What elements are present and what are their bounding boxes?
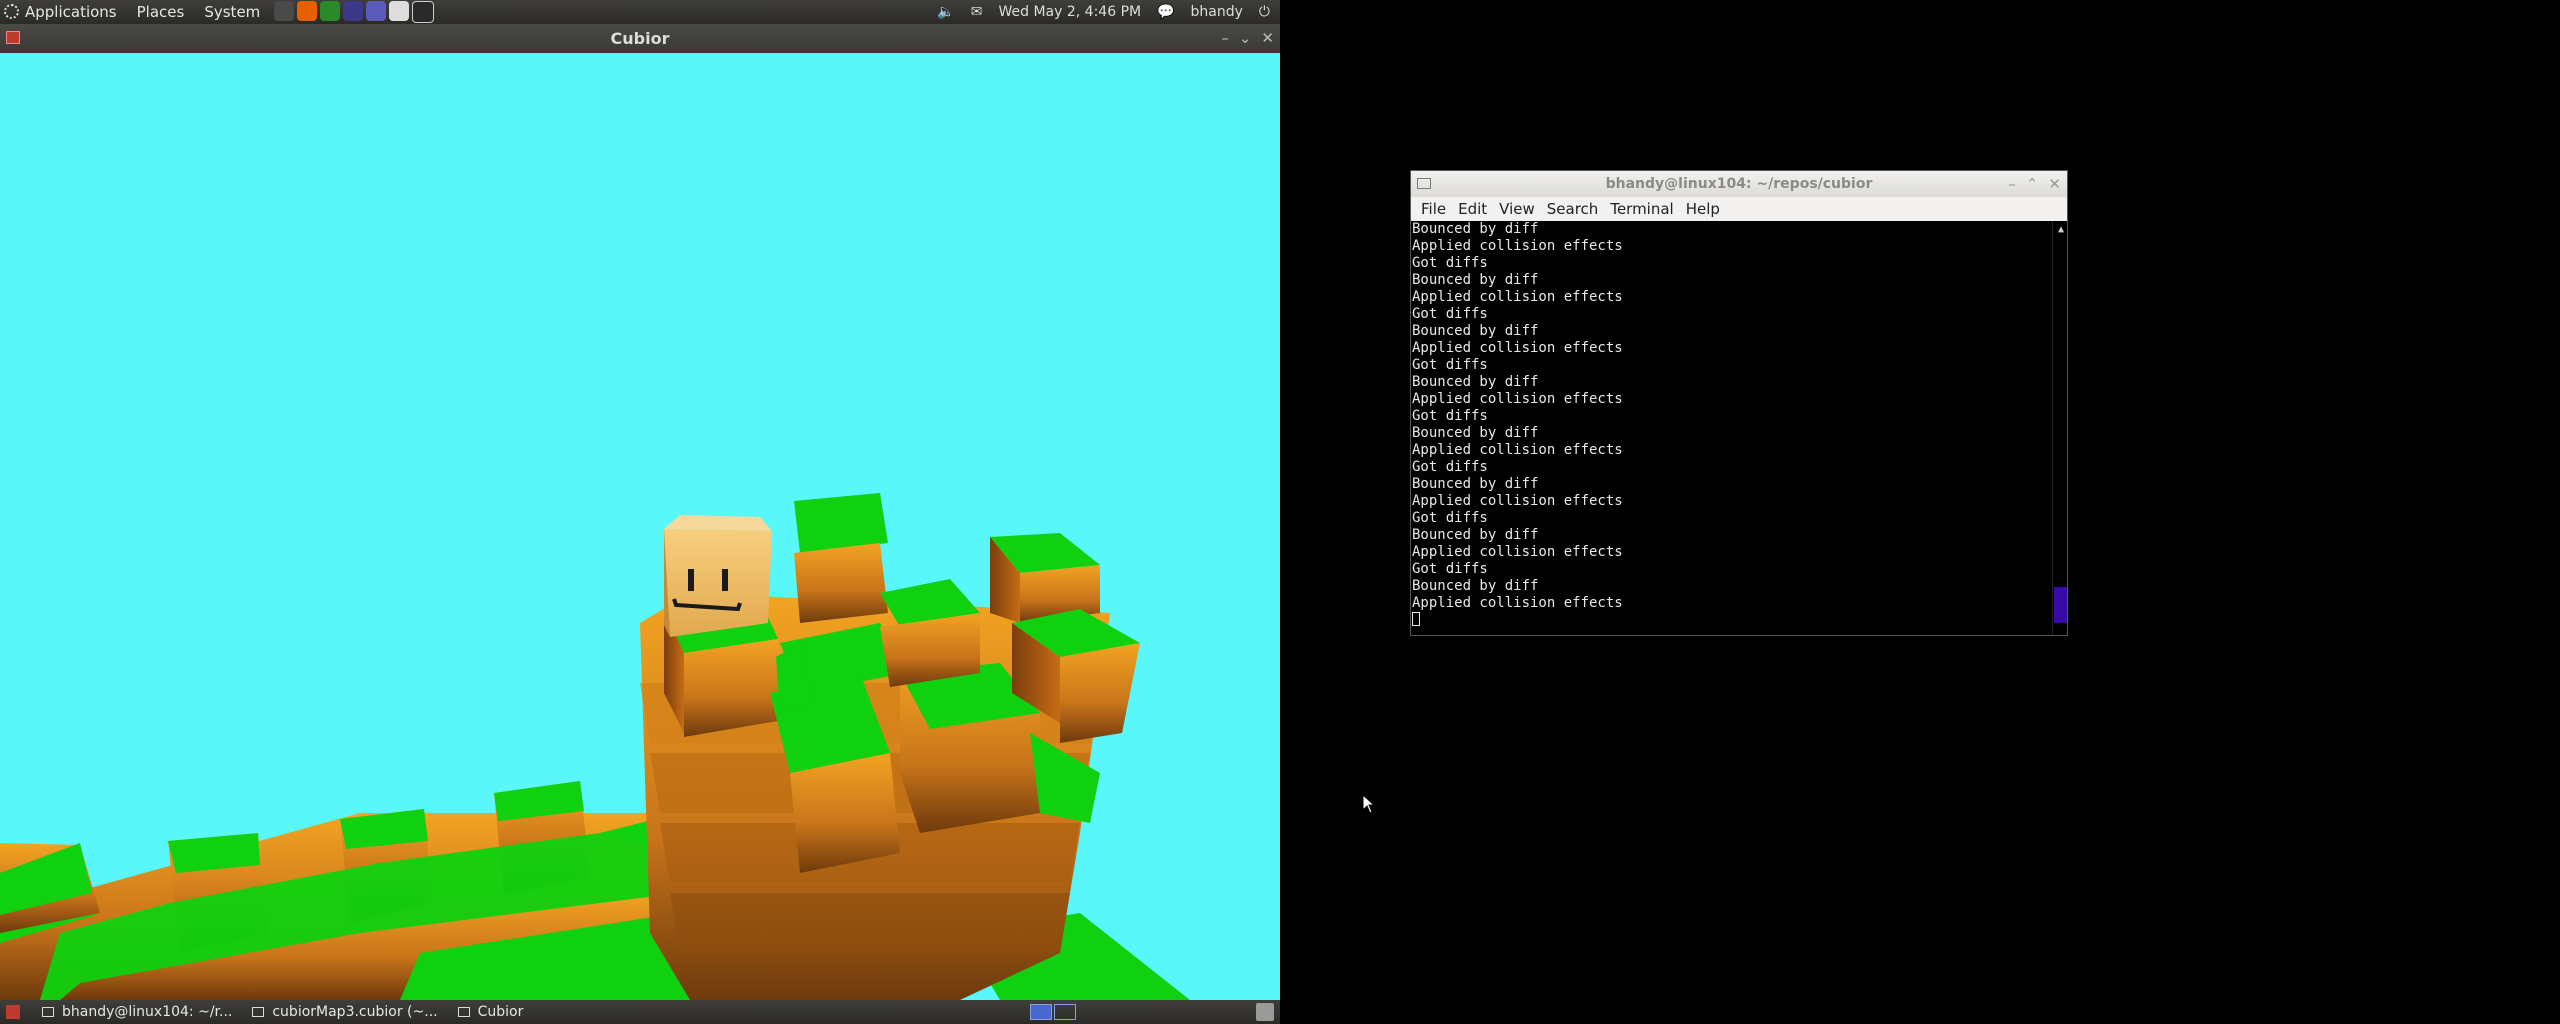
terminal-menu-file[interactable]: File <box>1415 200 1452 218</box>
task-terminal-label: bhandy@linux104: ~/r... <box>62 1004 233 1020</box>
task-terminal[interactable]: bhandy@linux104: ~/r... <box>32 1000 242 1024</box>
right-screen: bhandy@linux104: ~/repos/cubior – ⌃ ✕ Fi… <box>1280 0 2560 1024</box>
terminal-menu-search[interactable]: Search <box>1541 200 1605 218</box>
terminal-window-icon[interactable] <box>1417 178 1431 189</box>
window-menu-icon[interactable] <box>6 31 20 44</box>
volume-icon[interactable]: 🔈 <box>937 4 954 20</box>
ubuntu-logo-icon <box>4 4 19 19</box>
terminal-title: bhandy@linux104: ~/repos/cubior <box>1605 176 1873 192</box>
terminal-scrollbar[interactable]: ▲ <box>2052 221 2067 635</box>
workspace-1[interactable] <box>1030 1004 1052 1020</box>
power-icon[interactable]: ⏻ <box>1259 4 1270 20</box>
cubior-character <box>664 515 772 637</box>
terminal-menu-edit[interactable]: Edit <box>1452 200 1493 218</box>
system-monitor-icon[interactable] <box>274 1 295 21</box>
maximize-icon[interactable]: ⌄ <box>1239 24 1252 53</box>
minimize-icon[interactable]: – <box>1221 24 1229 53</box>
top-panel: Applications Places System 🔈 ✉ Wed May 2… <box>0 0 1280 24</box>
terminal-line: Bounced by diff <box>1412 527 1539 543</box>
text-editor-icon[interactable] <box>389 1 410 21</box>
task-editor-label: cubiorMap3.cubior (~... <box>272 1004 438 1020</box>
terminal-line: Applied collision effects <box>1412 544 1623 560</box>
eclipse-icon[interactable] <box>343 1 364 21</box>
terminal-output[interactable]: Bounced by diff Applied collision effects… <box>1411 221 2067 635</box>
system-menu[interactable]: System <box>194 0 270 24</box>
cubior-right-eye <box>722 569 728 591</box>
task-editor[interactable]: cubiorMap3.cubior (~... <box>242 1000 447 1024</box>
game-viewport[interactable] <box>0 53 1280 1000</box>
scrollbar-thumb[interactable] <box>2054 587 2067 623</box>
task-cubior[interactable]: Cubior <box>448 1000 534 1024</box>
terminal-titlebar[interactable]: bhandy@linux104: ~/repos/cubior – ⌃ ✕ <box>1411 171 2067 197</box>
terminal-line: Bounced by diff <box>1412 323 1539 339</box>
terminal-line: Applied collision effects <box>1412 340 1623 356</box>
terminal-line: Bounced by diff <box>1412 425 1539 441</box>
terminal-line: Got diffs <box>1412 306 1488 322</box>
terminal-maximize-icon[interactable]: ⌃ <box>2026 171 2039 197</box>
applications-menu-label: Applications <box>25 3 117 21</box>
terminal-menu-terminal[interactable]: Terminal <box>1604 200 1679 218</box>
panel-indicators: 🔈 ✉ Wed May 2, 4:46 PM 💬 bhandy ⏻ <box>937 4 1280 20</box>
launcher-bar <box>274 1 435 23</box>
firefox-icon[interactable] <box>297 1 318 21</box>
terminal-line: Bounced by diff <box>1412 578 1539 594</box>
show-desktop-button[interactable] <box>6 1005 20 1019</box>
chrome-icon[interactable] <box>320 1 341 21</box>
terminal-line: Applied collision effects <box>1412 493 1623 509</box>
terminal-line: Bounced by diff <box>1412 374 1539 390</box>
game-window: Cubior – ⌄ ✕ <box>0 24 1280 1000</box>
cubior-task-icon <box>457 1007 470 1017</box>
cubior-left-eye <box>688 569 694 591</box>
scroll-up-arrow-icon[interactable]: ▲ <box>2058 221 2064 238</box>
terminal-task-icon <box>42 1007 54 1017</box>
terminal-line: Got diffs <box>1412 357 1488 373</box>
terminal-line: Bounced by diff <box>1412 476 1539 492</box>
text-editor-task-icon <box>252 1007 265 1017</box>
places-menu-label: Places <box>136 3 185 21</box>
globe-icon[interactable] <box>366 1 387 21</box>
terminal-menu-help[interactable]: Help <box>1680 200 1726 218</box>
clock[interactable]: Wed May 2, 4:46 PM <box>999 4 1142 20</box>
workspace-switcher <box>1030 1004 1076 1020</box>
terminal-line: Applied collision effects <box>1412 289 1623 305</box>
left-screen: Applications Places System 🔈 ✉ Wed May 2… <box>0 0 1280 1024</box>
places-menu[interactable]: Places <box>127 0 195 24</box>
terminal-prompt <box>1412 612 2067 629</box>
terminal-window: bhandy@linux104: ~/repos/cubior – ⌃ ✕ Fi… <box>1410 170 2068 636</box>
workspace-2[interactable] <box>1054 1004 1076 1020</box>
terminal-line: Got diffs <box>1412 255 1488 271</box>
game-window-title: Cubior <box>610 29 670 48</box>
terminal-menu-view[interactable]: View <box>1493 200 1541 218</box>
terminal-line: Applied collision effects <box>1412 442 1623 458</box>
terminal-line: Got diffs <box>1412 510 1488 526</box>
chat-icon[interactable]: 💬 <box>1157 4 1174 20</box>
terminal-menubar: File Edit View Search Terminal Help <box>1411 197 2067 221</box>
terminal-line: Got diffs <box>1412 459 1488 475</box>
game-scene <box>0 493 1190 1000</box>
terminal-icon[interactable] <box>412 1 435 23</box>
terminal-lines: Bounced by diff Applied collision effects… <box>1412 221 2067 612</box>
terminal-close-icon[interactable]: ✕ <box>2048 171 2061 197</box>
terminal-line: Bounced by diff <box>1412 272 1539 288</box>
terminal-line: Applied collision effects <box>1412 238 1623 254</box>
mouse-pointer-icon <box>1362 794 1376 814</box>
trash-icon[interactable] <box>1256 1003 1274 1021</box>
terminal-line: Applied collision effects <box>1412 595 1623 611</box>
applications-menu[interactable]: Applications <box>0 0 127 24</box>
terminal-cursor <box>1412 612 1420 626</box>
task-cubior-label: Cubior <box>477 1004 524 1020</box>
terminal-line: Applied collision effects <box>1412 391 1623 407</box>
game-titlebar[interactable]: Cubior – ⌄ ✕ <box>0 24 1280 53</box>
bottom-panel: bhandy@linux104: ~/r... cubiorMap3.cubio… <box>0 1000 1280 1024</box>
terminal-line: Bounced by diff <box>1412 221 1539 237</box>
mail-icon[interactable]: ✉ <box>971 4 983 20</box>
user-menu[interactable]: bhandy <box>1191 4 1243 20</box>
terminal-line: Got diffs <box>1412 561 1488 577</box>
close-icon[interactable]: ✕ <box>1261 24 1274 53</box>
terminal-line: Got diffs <box>1412 408 1488 424</box>
terminal-minimize-icon[interactable]: – <box>2008 171 2016 197</box>
system-menu-label: System <box>204 3 261 21</box>
